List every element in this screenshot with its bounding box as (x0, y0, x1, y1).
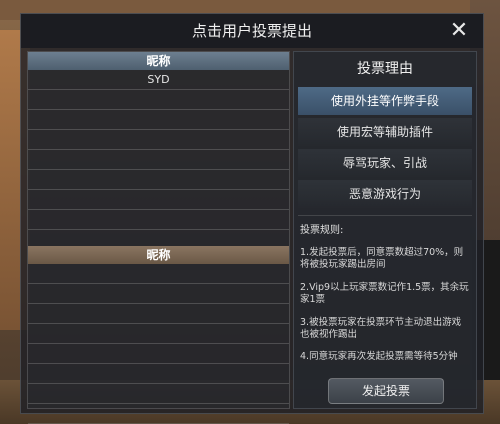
rule-text: 2.Vip9以上玩家票数记作1.5票，其余玩家1票 (300, 282, 469, 305)
vote-kick-dialog: 点击用户投票提出 ✕ 昵称 SYD 昵称 投票理由 使用外挂等作弊手段 使用宏等… (20, 13, 484, 424)
reason-option-griefing[interactable]: 恶意游戏行为 (298, 180, 472, 208)
reason-list: 使用外挂等作弊手段 使用宏等辅助插件 辱骂玩家、引战 恶意游戏行为 (298, 87, 472, 211)
player-row[interactable] (28, 384, 289, 404)
player-row[interactable] (28, 264, 289, 284)
rule-text: 4.同意玩家再次发起投票需等待5分钟 (300, 351, 458, 362)
player-row[interactable]: SYD (28, 70, 289, 90)
reason-option-cheating[interactable]: 使用外挂等作弊手段 (298, 87, 472, 115)
dialog-title: 点击用户投票提出 (191, 22, 312, 40)
team1-player-list: SYD (28, 70, 289, 250)
rule-text: 1.发起投票后，同意票数超过70%，则将被投玩家踢出房间 (300, 247, 464, 270)
player-row[interactable] (28, 364, 289, 384)
player-row[interactable] (28, 304, 289, 324)
team2-nickname-header: 昵称 (28, 246, 289, 264)
team1-nickname-header: 昵称 (28, 52, 289, 70)
player-row[interactable] (28, 130, 289, 150)
vote-reason-panel: 投票理由 使用外挂等作弊手段 使用宏等辅助插件 辱骂玩家、引战 恶意游戏行为 投… (293, 51, 477, 409)
player-row[interactable] (28, 90, 289, 110)
reason-title: 投票理由 (357, 61, 413, 77)
team2-player-list (28, 264, 289, 424)
player-row[interactable] (28, 210, 289, 230)
player-row[interactable] (28, 344, 289, 364)
player-row[interactable] (28, 404, 289, 424)
reason-option-abuse[interactable]: 辱骂玩家、引战 (298, 149, 472, 177)
divider (298, 215, 472, 216)
player-row[interactable] (28, 324, 289, 344)
rule-text: 3.被投票玩家在投票环节主动退出游戏也被视作踢出 (300, 317, 462, 340)
player-row[interactable] (28, 110, 289, 130)
rules-title: 投票规则: (300, 225, 344, 236)
player-row[interactable] (28, 170, 289, 190)
title-bar: 点击用户投票提出 ✕ (21, 14, 483, 48)
reason-option-macro[interactable]: 使用宏等辅助插件 (298, 118, 472, 146)
player-list-panel: 昵称 SYD 昵称 (27, 51, 290, 424)
close-icon[interactable]: ✕ (446, 18, 472, 44)
player-row[interactable] (28, 284, 289, 304)
player-row[interactable] (28, 150, 289, 170)
start-vote-button[interactable]: 发起投票 (328, 378, 444, 404)
player-row[interactable] (28, 190, 289, 210)
